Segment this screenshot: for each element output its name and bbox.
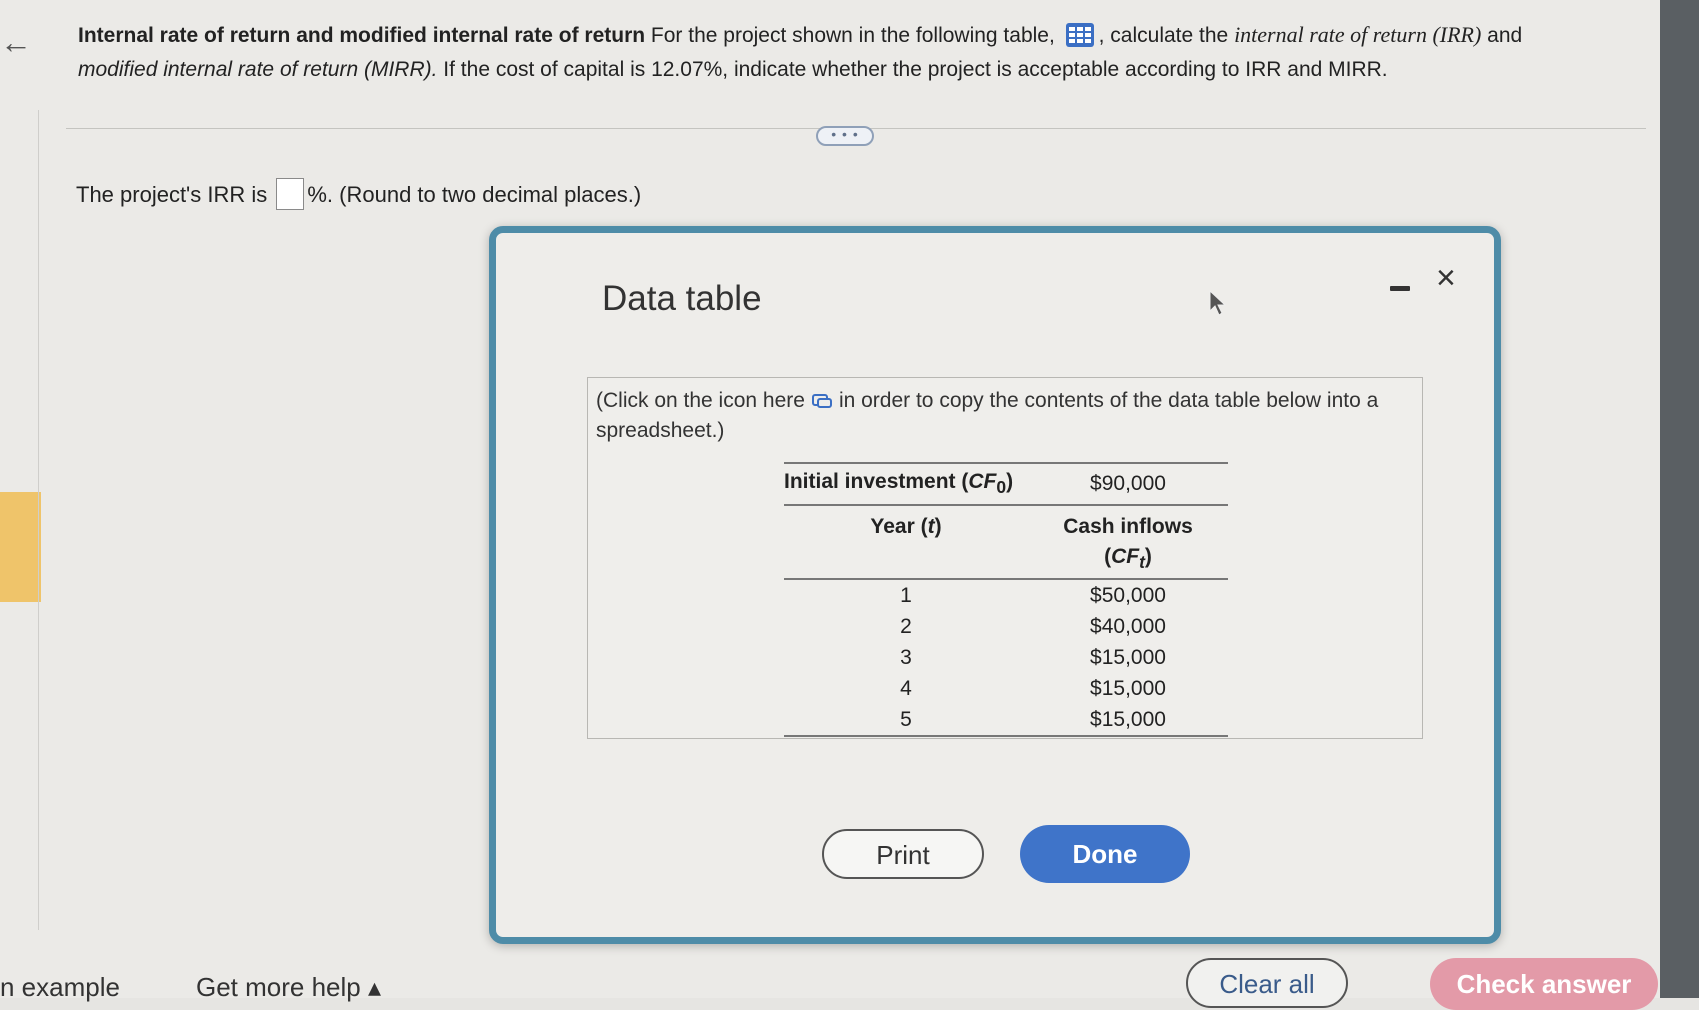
- year-cell: 5: [784, 704, 1028, 737]
- cash-cell: $50,000: [1090, 583, 1166, 607]
- year-header: Year (t): [784, 505, 1028, 580]
- cash-inflows-header: Cash inflows (CFt): [1028, 505, 1228, 580]
- copy-note-before: (Click on the icon here: [596, 389, 805, 412]
- question-text: Internal rate of return and modified int…: [78, 18, 1638, 87]
- table-row: 2 $40,000: [784, 611, 1228, 642]
- mouse-cursor-icon: [1209, 289, 1227, 316]
- clear-all-button[interactable]: Clear all: [1186, 958, 1348, 1008]
- initial-investment-label: Initial investment (CF0): [784, 462, 1028, 506]
- dialog-title: Data table: [602, 279, 762, 318]
- view-example-link[interactable]: n example: [0, 972, 120, 1003]
- expand-more-button[interactable]: • • •: [816, 126, 874, 146]
- table-row: 5 $15,000: [784, 704, 1228, 737]
- year-cell: 3: [900, 645, 912, 669]
- question-text-2: , calculate the: [1098, 24, 1235, 47]
- print-button[interactable]: Print: [822, 829, 984, 879]
- year-cell: 1: [900, 583, 912, 607]
- mirr-term: modified internal rate of return (MIRR).: [78, 58, 438, 81]
- question-text-1: For the project shown in the following t…: [645, 24, 1061, 47]
- check-answer-button[interactable]: Check answer: [1430, 958, 1658, 1010]
- accent-strip: [0, 492, 41, 602]
- cash-cell: $15,000: [1090, 645, 1166, 669]
- question-text-3: If the cost of capital is 12.07%, indica…: [437, 58, 1388, 81]
- cash-cell: $15,000: [1090, 676, 1166, 700]
- irr-prompt-after: %. (Round to two decimal places.): [307, 182, 642, 207]
- irr-prompt-before: The project's IRR is: [76, 182, 274, 207]
- table-grid-icon[interactable]: [1065, 22, 1095, 48]
- year-cell: 4: [900, 676, 912, 700]
- irr-answer-input[interactable]: [276, 178, 305, 210]
- copy-spreadsheet-icon[interactable]: [811, 393, 833, 409]
- back-arrow-icon[interactable]: ←: [0, 22, 34, 62]
- get-more-help-link[interactable]: Get more help ▴: [196, 972, 381, 1003]
- initial-investment-value: $90,000: [1028, 462, 1228, 506]
- cash-cell: $40,000: [1090, 614, 1166, 638]
- data-table-panel: (Click on the icon here in order to copy…: [587, 377, 1423, 739]
- table-row: 4 $15,000: [784, 673, 1228, 704]
- cash-cell: $15,000: [1028, 704, 1228, 737]
- initial-investment-row: Initial investment (CF0) $90,000: [784, 462, 1228, 506]
- year-cell: 2: [900, 614, 912, 638]
- done-button[interactable]: Done: [1020, 825, 1190, 883]
- table-header-row: Year (t) Cash inflows (CFt): [784, 505, 1228, 580]
- data-table-dialog: Data table × (Click on the icon here in …: [489, 226, 1501, 944]
- table-row: 1 $50,000: [784, 579, 1228, 611]
- irr-term: internal rate of return (IRR): [1234, 22, 1482, 47]
- screen-edge: [1660, 0, 1699, 998]
- table-row: 3 $15,000: [784, 642, 1228, 673]
- copy-note: (Click on the icon here in order to copy…: [596, 386, 1396, 446]
- left-rule: [38, 110, 39, 930]
- close-icon[interactable]: ×: [1436, 259, 1456, 298]
- question-title: Internal rate of return and modified int…: [78, 24, 646, 47]
- irr-prompt: The project's IRR is %. (Round to two de…: [76, 178, 641, 210]
- cash-flow-table: Initial investment (CF0) $90,000 Year (t…: [784, 462, 1228, 737]
- minimize-icon[interactable]: [1388, 271, 1414, 301]
- question-and: and: [1481, 24, 1523, 47]
